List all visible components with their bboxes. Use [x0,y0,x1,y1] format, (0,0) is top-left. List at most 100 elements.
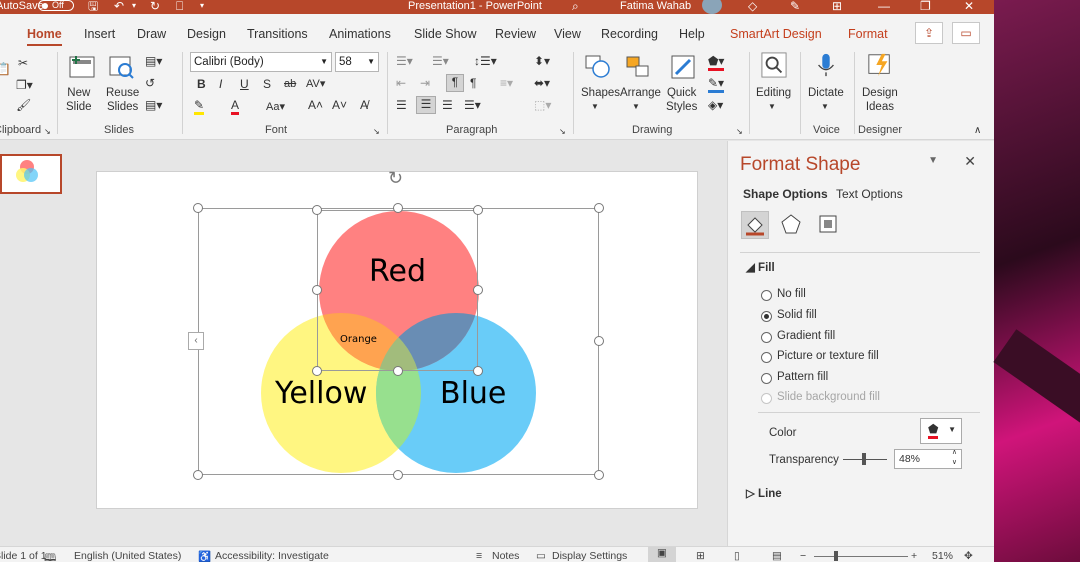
line-section-toggle[interactable]: ▷ Line [746,486,782,500]
resize-handle[interactable] [193,470,203,480]
zoom-slider-thumb[interactable] [834,551,838,561]
strikethrough-button[interactable]: ab [284,77,296,91]
tab-recording[interactable]: Recording [601,27,658,41]
text-pane-toggle[interactable]: ‹ [188,332,204,350]
resize-handle[interactable] [473,205,483,215]
language-status[interactable]: English (United States) [74,550,181,562]
tab-text-options[interactable]: Text Options [836,187,903,201]
character-spacing-button[interactable]: AV▾ [306,77,325,91]
design-ideas-button[interactable]: Design Ideas [862,86,898,114]
fill-color-picker[interactable]: ⬟ ▼ [920,418,962,444]
cut-icon[interactable]: ✂ [18,56,28,70]
save-icon[interactable]: 🖫 [88,0,98,12]
align-text-icon[interactable]: ⬌▾ [534,76,550,90]
tab-transitions[interactable]: Transitions [247,27,308,41]
line-spacing-icon[interactable]: ↕☰▾ [474,54,497,68]
font-name-select[interactable]: Calibri (Body) ▼ [190,52,332,72]
shape-outline-icon[interactable]: ✎▾ [708,76,725,93]
search-icon[interactable]: ⌕ [572,0,579,12]
numbering-icon[interactable]: ☰▾ [432,54,449,68]
resize-handle[interactable] [594,470,604,480]
slideshow-view-icon[interactable]: ▤ [772,550,782,562]
notes-button[interactable]: Notes [492,550,519,562]
resize-handle[interactable] [393,366,403,376]
font-color-icon[interactable]: A [231,98,240,115]
paragraph-launcher-icon[interactable]: ↘ [559,125,566,139]
rotate-handle-icon[interactable]: ↻ [388,168,403,189]
resize-handle[interactable] [594,336,604,346]
shape-effects-icon[interactable]: ◈▾ [708,98,723,112]
resize-handle[interactable] [473,366,483,376]
resize-handle[interactable] [193,203,203,213]
resize-handle[interactable] [473,285,483,295]
zoom-slider[interactable] [814,556,908,557]
columns-icon[interactable]: ≡▾ [500,76,513,90]
tab-design[interactable]: Design [187,27,226,41]
redo-icon[interactable]: ↻ [150,0,160,12]
size-properties-icon[interactable] [815,211,843,239]
smartart-convert-icon[interactable]: ⬚▾ [534,98,551,112]
copy-icon[interactable]: ❐▾ [16,78,33,92]
shape-selection-frame[interactable] [317,210,478,371]
drawing-launcher-icon[interactable]: ↘ [736,125,743,139]
spinner-down-icon[interactable]: ∨ [952,458,957,468]
slide-thumbnail[interactable] [0,154,62,194]
tab-draw[interactable]: Draw [137,27,166,41]
accessibility-status[interactable]: Accessibility: Investigate [215,550,329,562]
ribbon-display-icon[interactable]: ⊞ [832,0,842,12]
dictate-button[interactable]: Dictate [808,86,844,100]
increase-indent-icon[interactable]: ⇥ [420,76,430,90]
fill-line-icon[interactable] [741,211,769,239]
fill-section-toggle[interactable]: ◢ Fill [746,260,775,274]
zoom-in-icon[interactable]: + [911,550,917,562]
text-direction-icon[interactable]: ⬍▾ [534,54,550,68]
text-shadow-button[interactable]: S [263,77,271,91]
format-painter-icon[interactable]: 🖌 [16,98,31,112]
tab-slide-show[interactable]: Slide Show [414,27,477,41]
spellcheck-icon[interactable]: 🕮 [44,550,56,562]
comments-button[interactable]: ▭ [952,22,980,44]
align-center-icon[interactable]: ☰ [416,96,436,114]
reading-view-icon[interactable]: ▯ [734,550,740,562]
underline-button[interactable]: U [240,77,249,91]
slide-sorter-icon[interactable]: ⊞ [696,550,705,562]
align-left-icon[interactable]: ☰ [396,98,407,112]
diamond-icon[interactable]: ◇ [748,0,757,12]
font-size-select[interactable]: 58 ▼ [335,52,379,72]
shapes-button[interactable]: Shapes [581,86,620,100]
tab-format[interactable]: Format [848,27,888,41]
pen-icon[interactable]: ✎ [790,0,800,12]
paste-icon[interactable]: 📋 [0,62,11,76]
tab-shape-options[interactable]: Shape Options [743,187,828,201]
tab-review[interactable]: Review [495,27,536,41]
display-settings-button[interactable]: Display Settings [552,550,627,562]
clipboard-launcher-icon[interactable]: ↘ [44,125,51,139]
present-icon[interactable]: ⎕ [176,0,183,12]
quick-styles-button[interactable]: Quick Styles [666,86,697,114]
section-icon[interactable]: ▤▾ [145,98,162,112]
reuse-slides-button[interactable]: Reuse Slides [106,86,139,114]
tab-animations[interactable]: Animations [329,27,391,41]
justify-icon[interactable]: ☰▾ [464,98,481,112]
align-right-icon[interactable]: ☰ [442,98,453,112]
layout-icon[interactable]: ▤▾ [145,54,162,68]
close-icon[interactable]: ✕ [964,0,974,12]
decrease-indent-icon[interactable]: ⇤ [396,76,406,90]
slide-count[interactable]: Slide 1 of 1 [0,550,47,562]
italic-button[interactable]: I [219,77,222,91]
fit-to-window-icon[interactable]: ✥ [964,550,973,562]
shape-fill-icon[interactable]: ⬟▾ [708,54,725,71]
share-button[interactable]: ⇪ [915,22,943,44]
zoom-out-icon[interactable]: − [800,550,806,562]
shrink-font-button[interactable]: A˅ [332,98,347,112]
tab-insert[interactable]: Insert [84,27,115,41]
rtl-icon[interactable]: ¶ [470,76,476,90]
editing-button[interactable]: Editing [756,86,791,100]
bold-button[interactable]: B [197,77,206,91]
autosave-toggle[interactable]: Off [38,0,74,11]
highlight-color-icon[interactable]: ✎ [194,98,205,115]
ltr-icon[interactable]: ¶ [446,74,464,92]
bullets-icon[interactable]: ☰▾ [396,54,413,68]
avatar[interactable] [702,0,722,14]
close-pane-icon[interactable]: ✕ [964,153,976,170]
